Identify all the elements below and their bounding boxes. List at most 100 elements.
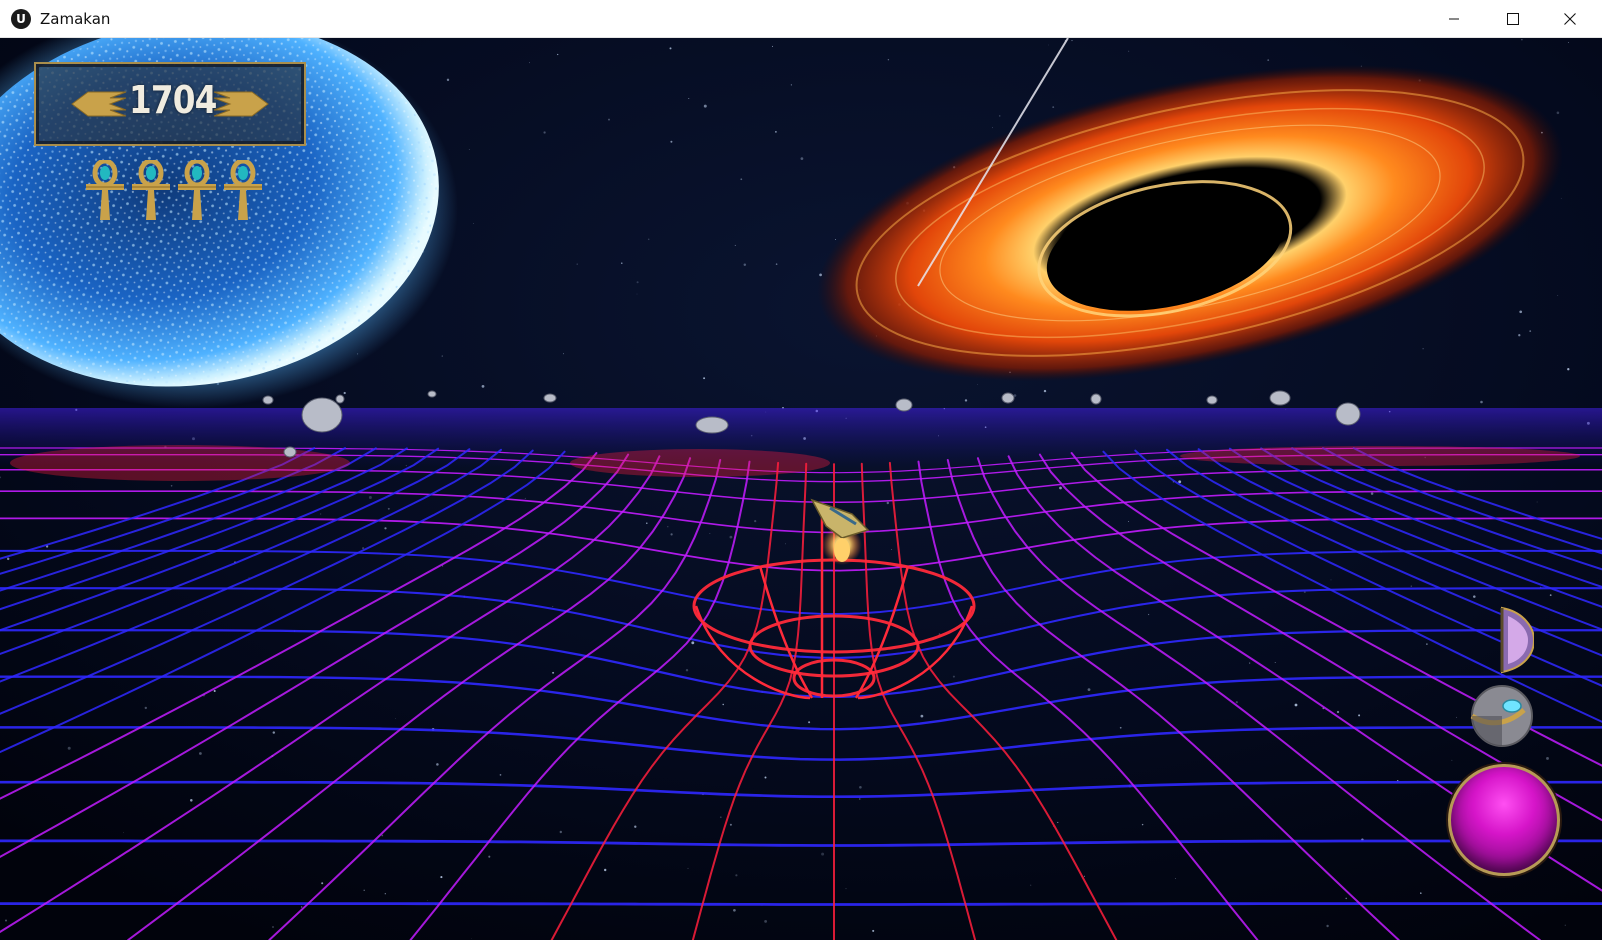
star xyxy=(772,45,773,47)
asteroid xyxy=(1335,402,1361,426)
close-icon xyxy=(1564,13,1576,25)
ankh-icon xyxy=(132,160,170,220)
star xyxy=(733,908,736,912)
star xyxy=(1336,710,1340,714)
star xyxy=(123,832,124,834)
red-grid-patch xyxy=(10,445,350,481)
star xyxy=(426,900,428,902)
star xyxy=(1410,585,1412,587)
star xyxy=(1128,521,1130,523)
star xyxy=(272,926,274,928)
star xyxy=(488,855,491,858)
star xyxy=(886,501,890,505)
star xyxy=(381,834,384,837)
star xyxy=(144,706,147,710)
star xyxy=(709,533,711,534)
unreal-logo-icon: U xyxy=(11,9,31,29)
asteroid xyxy=(695,416,729,434)
star xyxy=(1473,595,1476,598)
star xyxy=(952,675,955,678)
asteroid xyxy=(1269,390,1291,406)
star xyxy=(319,513,322,515)
star xyxy=(800,157,804,160)
star xyxy=(722,703,724,706)
star xyxy=(636,281,639,284)
star xyxy=(670,140,673,143)
star xyxy=(1175,878,1176,879)
star xyxy=(213,689,216,693)
star xyxy=(576,263,578,265)
star xyxy=(1048,44,1049,46)
star xyxy=(1043,389,1047,393)
star xyxy=(1370,492,1374,495)
star xyxy=(859,785,862,789)
star xyxy=(543,131,546,134)
close-button[interactable] xyxy=(1542,0,1598,38)
star xyxy=(1249,662,1251,664)
star xyxy=(199,752,202,755)
star xyxy=(1358,714,1361,717)
asteroid xyxy=(1001,392,1015,404)
star xyxy=(703,377,706,380)
asteroid xyxy=(335,394,345,404)
score-value: 1704 xyxy=(129,78,217,122)
star xyxy=(1330,579,1332,581)
star xyxy=(964,399,968,402)
star xyxy=(473,222,474,224)
star xyxy=(1546,756,1549,760)
star xyxy=(1087,688,1091,691)
star xyxy=(1426,643,1428,645)
asteroid xyxy=(543,393,557,403)
star xyxy=(1422,348,1424,350)
star xyxy=(1057,821,1059,823)
star xyxy=(1235,701,1238,704)
star xyxy=(343,391,346,395)
star xyxy=(703,104,707,108)
minimize-button[interactable] xyxy=(1426,0,1482,38)
star xyxy=(559,830,562,834)
star xyxy=(1345,897,1347,900)
window-title: Zamakan xyxy=(40,10,111,28)
star xyxy=(67,746,71,750)
star xyxy=(552,671,555,674)
asteroid xyxy=(283,446,297,458)
star xyxy=(785,543,787,545)
star xyxy=(977,384,978,385)
star xyxy=(387,507,390,510)
shield-ability-icon[interactable] xyxy=(1494,606,1534,674)
star xyxy=(1294,703,1298,707)
asteroid xyxy=(301,397,343,433)
star xyxy=(442,565,444,567)
asteroid xyxy=(895,398,913,412)
red-grid-patch xyxy=(1180,446,1580,466)
star xyxy=(608,118,610,121)
score-panel: 1704 xyxy=(34,62,306,146)
star xyxy=(1141,823,1144,826)
star xyxy=(667,526,669,528)
asteroid xyxy=(427,390,437,398)
star xyxy=(248,577,250,579)
star xyxy=(754,519,757,523)
star xyxy=(301,906,303,908)
star xyxy=(529,62,530,64)
star xyxy=(669,47,672,50)
boost-ability-icon[interactable] xyxy=(1464,684,1534,748)
maximize-button[interactable] xyxy=(1485,0,1541,38)
game-window: U Zamakan 1704 xyxy=(0,0,1602,940)
star xyxy=(321,882,324,885)
star xyxy=(647,238,650,241)
star xyxy=(775,263,778,265)
star xyxy=(190,799,193,802)
star xyxy=(1147,613,1150,616)
red-grid-patch xyxy=(570,449,830,477)
star xyxy=(735,874,738,877)
fire-button[interactable] xyxy=(1448,764,1560,876)
right-wing-ornament-icon xyxy=(213,91,269,117)
star xyxy=(719,816,722,819)
star xyxy=(872,929,875,932)
asteroid xyxy=(1090,393,1102,405)
star xyxy=(499,774,502,776)
star xyxy=(1557,295,1559,297)
game-viewport[interactable]: 1704 xyxy=(0,38,1602,940)
star xyxy=(1529,330,1532,332)
